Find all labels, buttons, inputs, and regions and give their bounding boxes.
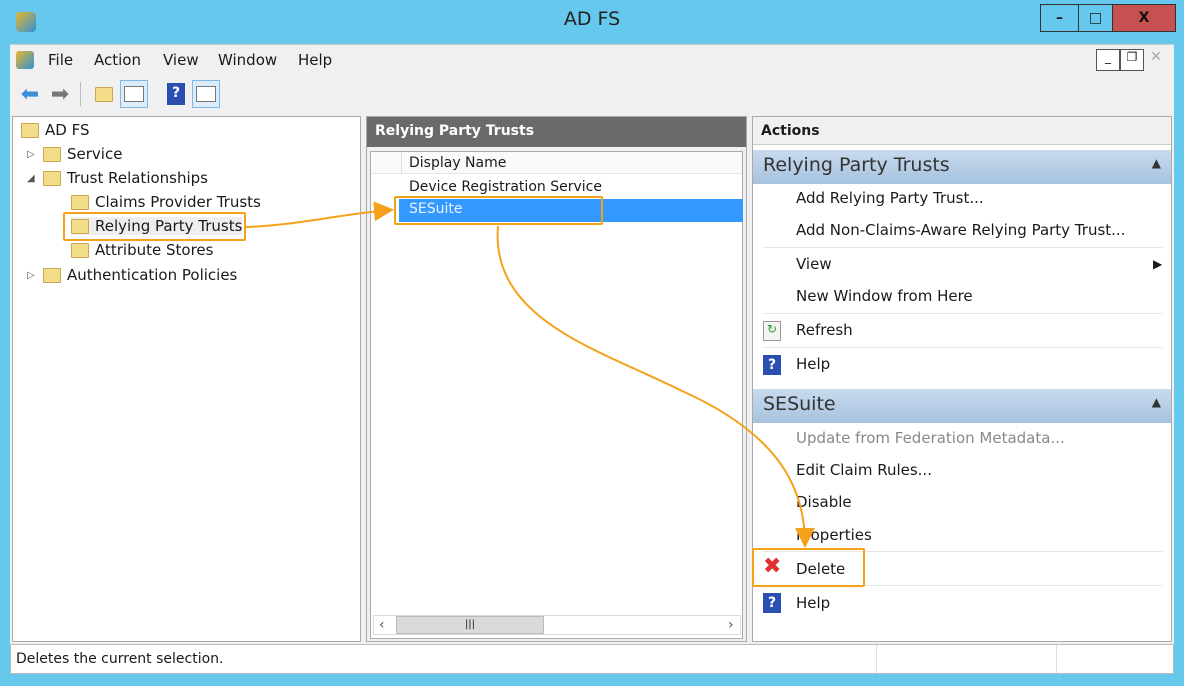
annotation-arrows [245,201,815,548]
arrow-list-to-delete [496,225,815,548]
arrow-tree-to-list [245,201,394,228]
